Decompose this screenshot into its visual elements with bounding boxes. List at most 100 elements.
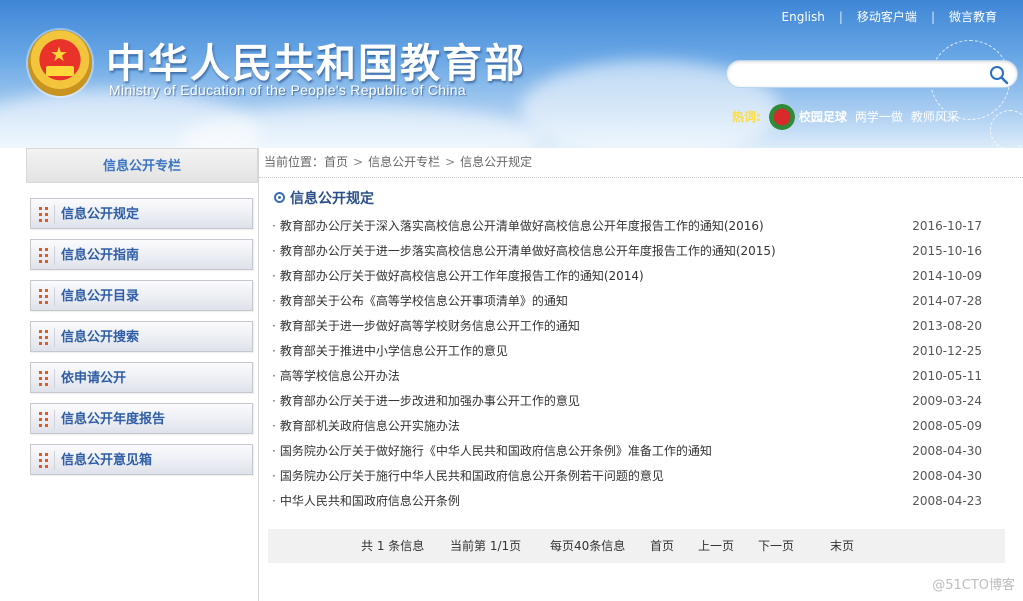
- sidebar-item-label: 信息公开意见箱: [61, 453, 153, 468]
- sidebar-item-guide[interactable]: 信息公开指南: [30, 239, 253, 270]
- sidebar-item-label: 信息公开年度报告: [61, 412, 166, 427]
- bullet-icon: ·: [272, 244, 276, 258]
- pager-first-link[interactable]: 首页: [650, 529, 674, 563]
- news-title-link[interactable]: 国务院办公厅关于做好施行《中华人民共和国政府信息公开条例》准备工作的通知: [280, 444, 712, 458]
- news-list-item: · 教育部办公厅关于做好高校信息公开工作年度报告工作的通知(2014) 2014-1…: [272, 264, 982, 289]
- site-subtitle: Ministry of Education of the People's Re…: [109, 82, 466, 98]
- bullet-icon: ·: [272, 494, 276, 508]
- pagination: 共 1 条信息 当前第 1/1页 每页40条信息 首页 上一页 下一页 末页: [268, 529, 1005, 563]
- news-date: 2008-04-30: [912, 469, 982, 483]
- bullet-icon: ·: [272, 469, 276, 483]
- news-date: 2014-10-09: [912, 269, 982, 283]
- news-title-link[interactable]: 教育部办公厅关于进一步改进和加强办事公开工作的意见: [280, 394, 580, 408]
- news-title-link[interactable]: 教育部办公厅关于做好高校信息公开工作年度报告工作的通知(2014): [280, 269, 644, 283]
- mobile-client-link[interactable]: 移动客户端: [857, 10, 917, 24]
- dots-icon: [35, 287, 55, 306]
- search-box: [726, 60, 1018, 88]
- main-content: 当前位置：首页 > 信息公开专栏 > 信息公开规定 信息公开规定 · 教育部办公厅关于深入…: [258, 148, 1023, 601]
- news-title-link[interactable]: 教育部关于公布《高等学校信息公开事项清单》的通知: [280, 294, 568, 308]
- top-links: English | 移动客户端 | 微言教育: [782, 8, 997, 25]
- national-emblem-icon: ★: [28, 30, 92, 96]
- sidebar-item-label: 信息公开目录: [61, 289, 140, 304]
- hot-link-teacher[interactable]: 教师风采: [911, 110, 959, 124]
- hot-label: 热词:: [732, 109, 761, 124]
- news-list-item: · 中华人民共和国政府信息公开条例 2008-04-23: [272, 489, 982, 514]
- news-date: 2008-04-23: [912, 494, 982, 508]
- news-list-item: · 教育部办公厅关于进一步落实高校信息公开清单做好高校信息公开年度报告工作的通知(…: [272, 239, 982, 264]
- bullet-icon: ·: [272, 444, 276, 458]
- watermark: @51CTO博客: [932, 578, 1015, 593]
- breadcrumb-separator: >: [445, 155, 456, 169]
- news-title-link[interactable]: 国务院办公厅关于施行中华人民共和国政府信息公开条例若干问题的意见: [280, 469, 664, 483]
- search-input[interactable]: [739, 65, 989, 85]
- dots-icon: [35, 410, 55, 429]
- breadcrumb-current[interactable]: 信息公开规定: [460, 155, 532, 169]
- sidebar-item-regulations[interactable]: 信息公开规定: [30, 198, 253, 229]
- section-title-text: 信息公开规定: [290, 191, 374, 207]
- section-title: 信息公开规定: [274, 188, 374, 208]
- sidebar-item-search[interactable]: 信息公开搜索: [30, 321, 253, 352]
- weiyan-link[interactable]: 微言教育: [949, 10, 997, 24]
- hot-words: 热词: 校园足球 两学一做 教师风采: [732, 104, 967, 130]
- site-title[interactable]: 中华人民共和国教育部: [106, 31, 526, 89]
- sidebar-item-label: 信息公开搜索: [61, 330, 140, 345]
- bullet-icon: ·: [272, 369, 276, 383]
- english-link[interactable]: English: [782, 10, 825, 24]
- news-date: 2015-10-16: [912, 244, 982, 258]
- news-date: 2009-03-24: [912, 394, 982, 408]
- news-title-link[interactable]: 教育部关于推进中小学信息公开工作的意见: [280, 344, 508, 358]
- bullet-icon: ·: [272, 394, 276, 408]
- news-list-item: · 教育部关于进一步做好高等学校财务信息公开工作的通知 2013-08-20: [272, 314, 982, 339]
- sidebar-item-label: 信息公开指南: [61, 248, 140, 263]
- news-title-link[interactable]: 高等学校信息公开办法: [280, 369, 400, 383]
- divider: |: [930, 10, 935, 24]
- news-list-item: · 国务院办公厅关于施行中华人民共和国政府信息公开条例若干问题的意见 2008-04…: [272, 464, 982, 489]
- sidebar-item-feedback[interactable]: 信息公开意见箱: [30, 444, 253, 475]
- news-list-item: · 教育部办公厅关于进一步改进和加强办事公开工作的意见 2009-03-24: [272, 389, 982, 414]
- breadcrumb: 当前位置：首页 > 信息公开专栏 > 信息公开规定: [259, 148, 1023, 178]
- hot-link-campus-football[interactable]: 校园足球: [799, 110, 847, 124]
- dots-icon: [35, 246, 55, 265]
- news-list-item: · 国务院办公厅关于做好施行《中华人民共和国政府信息公开条例》准备工作的通知 200…: [272, 439, 982, 464]
- news-list-item: · 教育部办公厅关于深入落实高校信息公开清单做好高校信息公开年度报告工作的通知(2…: [272, 214, 982, 239]
- news-date: 2008-05-09: [912, 419, 982, 433]
- news-date: 2010-12-25: [912, 344, 982, 358]
- news-list-item: · 教育部机关政府信息公开实施办法 2008-05-09: [272, 414, 982, 439]
- news-title-link[interactable]: 教育部关于进一步做好高等学校财务信息公开工作的通知: [280, 319, 580, 333]
- hot-link-two-study[interactable]: 两学一做: [855, 110, 903, 124]
- bullet-icon: ·: [272, 219, 276, 233]
- pager-last-link[interactable]: 末页: [830, 529, 854, 563]
- dots-icon: [35, 369, 55, 388]
- news-date: 2016-10-17: [912, 219, 982, 233]
- breadcrumb-column[interactable]: 信息公开专栏: [368, 155, 440, 169]
- sidebar-item-label: 信息公开规定: [61, 207, 140, 222]
- news-title-link[interactable]: 教育部办公厅关于深入落实高校信息公开清单做好高校信息公开年度报告工作的通知(20…: [280, 219, 764, 233]
- news-title-link[interactable]: 中华人民共和国政府信息公开条例: [280, 494, 460, 508]
- campus-football-badge-icon: [768, 104, 795, 130]
- bullet-icon: ·: [272, 419, 276, 433]
- news-title-link[interactable]: 教育部机关政府信息公开实施办法: [280, 419, 460, 433]
- news-list: · 教育部办公厅关于深入落实高校信息公开清单做好高校信息公开年度报告工作的通知(2…: [272, 214, 982, 514]
- breadcrumb-prefix: 当前位置：: [264, 155, 325, 169]
- news-title-link[interactable]: 教育部办公厅关于进一步落实高校信息公开清单做好高校信息公开年度报告工作的通知(2…: [280, 244, 776, 258]
- bullet-icon: ·: [272, 269, 276, 283]
- news-date: 2014-07-28: [912, 294, 982, 308]
- bullet-icon: ·: [272, 319, 276, 333]
- sidebar-item-catalog[interactable]: 信息公开目录: [30, 280, 253, 311]
- dots-icon: [35, 451, 55, 470]
- news-date: 2008-04-30: [912, 444, 982, 458]
- search-icon[interactable]: [989, 65, 1009, 85]
- sidebar-item-annual-report[interactable]: 信息公开年度报告: [30, 403, 253, 434]
- divider: |: [838, 10, 843, 24]
- pager-prev-link[interactable]: 上一页: [698, 529, 734, 563]
- news-list-item: · 教育部关于公布《高等学校信息公开事项清单》的通知 2014-07-28: [272, 289, 982, 314]
- breadcrumb-separator: >: [353, 155, 364, 169]
- site-header: ★ 中华人民共和国教育部 Ministry of Education of th…: [0, 0, 1023, 148]
- news-date: 2013-08-20: [912, 319, 982, 333]
- breadcrumb-home[interactable]: 首页: [324, 155, 348, 169]
- sidebar-item-apply[interactable]: 依申请公开: [30, 362, 253, 393]
- bullet-icon: ·: [272, 344, 276, 358]
- sidebar-title: 信息公开专栏: [26, 148, 258, 183]
- pager-current: 当前第 1/1页: [450, 539, 522, 553]
- pager-next-link[interactable]: 下一页: [758, 529, 794, 563]
